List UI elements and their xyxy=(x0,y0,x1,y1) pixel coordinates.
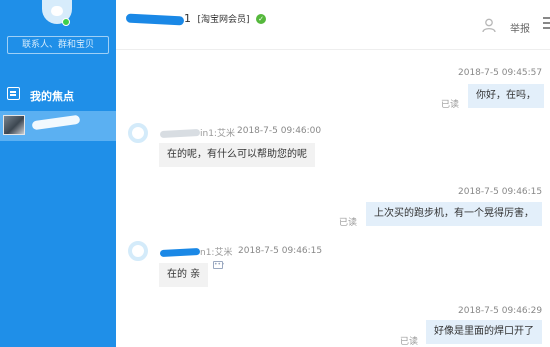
contact-avatar xyxy=(3,115,25,135)
title-suffix: 1 xyxy=(184,12,191,25)
sender-avatar[interactable] xyxy=(128,241,148,261)
message-bubble-outgoing: 上次买的跑步机，有一个晃得厉害， xyxy=(366,202,542,226)
message-sender: in1:艾米 xyxy=(159,126,235,139)
sidebar-item-label: 我的焦点 xyxy=(30,90,74,103)
sender-name-redaction xyxy=(159,247,201,258)
read-status: 已读 xyxy=(339,218,358,228)
message-bubble-incoming: 在的呢，有什么可以帮助您的呢 xyxy=(159,143,315,167)
name-redaction xyxy=(125,12,185,26)
verified-check-icon: ✓ xyxy=(256,14,267,24)
message-timestamp: 2018-7-5 09:45:57 xyxy=(458,68,543,78)
message-bubble-outgoing: 好像是里面的焊口开了 xyxy=(426,320,542,344)
sender-name: in1:艾米 xyxy=(200,129,235,139)
sender-name: n1:艾米 xyxy=(200,248,233,258)
sidebar-item-contact[interactable] xyxy=(0,111,116,141)
contact-name-redacted xyxy=(31,114,81,131)
message-timestamp: 2018-7-5 09:46:15 xyxy=(458,187,543,197)
chat-message-area[interactable]: 2018-7-5 09:45:57 已读 你好，在吗， in1:艾米 2018-… xyxy=(116,51,550,347)
sidebar-item-my-focus[interactable]: 我的焦点 xyxy=(0,80,116,110)
message-sender: n1:艾米 xyxy=(159,245,233,258)
member-badge: [淘宝网会员] xyxy=(197,15,250,25)
message-timestamp: 2018-7-5 09:46:15 xyxy=(238,246,323,256)
read-status: 已读 xyxy=(400,337,419,347)
online-status-icon xyxy=(62,18,70,26)
message-timestamp: 2018-7-5 09:46:00 xyxy=(237,126,322,136)
sender-avatar[interactable] xyxy=(128,123,148,143)
chat-scrollbar[interactable] xyxy=(545,51,550,347)
message-bubble-outgoing: 你好，在吗， xyxy=(468,84,544,108)
message-timestamp: 2018-7-5 09:46:29 xyxy=(458,306,543,316)
person-icon[interactable] xyxy=(482,18,496,33)
contact-search-input[interactable]: 联系人、群和宝贝 xyxy=(7,36,109,54)
report-button[interactable]: 举报 xyxy=(510,20,530,35)
focus-list-icon xyxy=(7,87,20,100)
message-bubble-incoming: 在的 亲 xyxy=(159,263,209,287)
chat-header: 1 [淘宝网会员] ✓ 举报 xyxy=(116,0,550,50)
sender-name-redaction xyxy=(159,128,201,139)
more-menu-icon[interactable] xyxy=(543,15,550,31)
read-status: 已读 xyxy=(441,100,460,110)
chat-title: 1 [淘宝网会员] ✓ xyxy=(125,12,267,26)
message-read-receipt-icon: ••• xyxy=(213,261,225,269)
sidebar: 联系人、群和宝贝 我的焦点 xyxy=(0,0,116,347)
